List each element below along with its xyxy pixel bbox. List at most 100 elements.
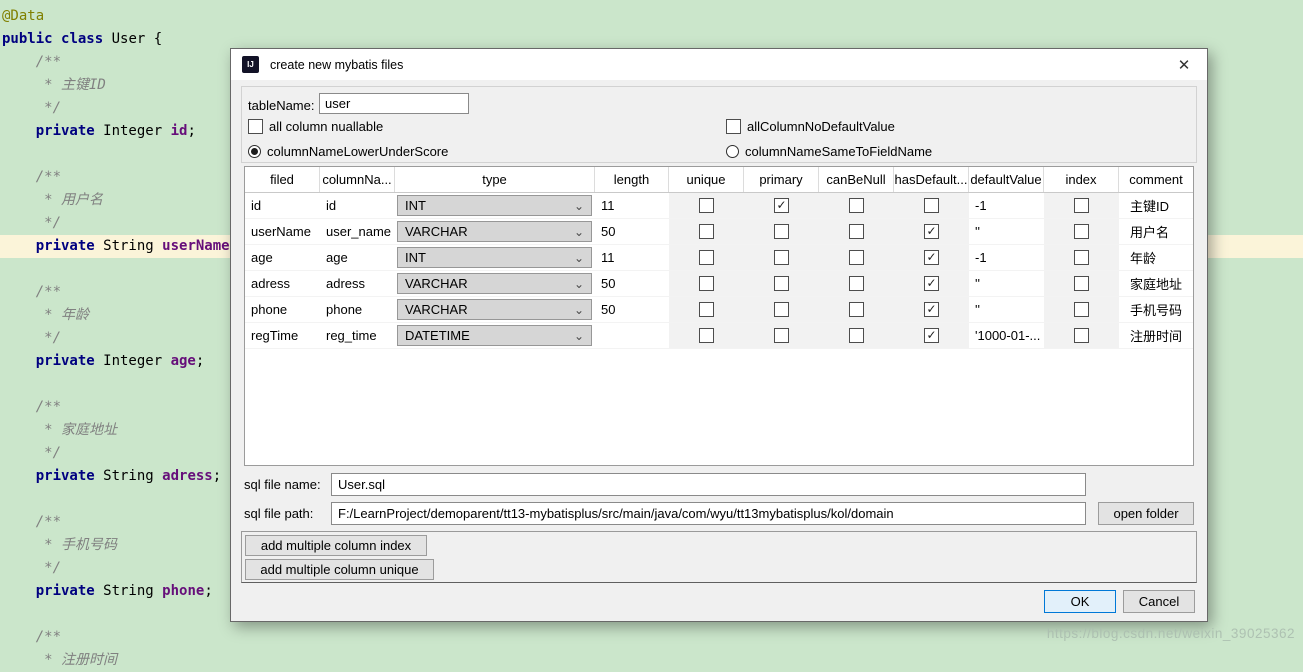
checkbox-unique[interactable] — [699, 250, 714, 265]
table-row: phonephoneVARCHAR⌄50✓''手机号码 — [245, 297, 1193, 323]
cell-unique — [669, 271, 744, 296]
checkbox-unique[interactable] — [699, 276, 714, 291]
code-token: public — [2, 31, 53, 47]
type-dropdown[interactable]: INT⌄ — [397, 195, 592, 216]
cell-canBeNull — [819, 219, 894, 244]
checkbox-index[interactable] — [1074, 276, 1089, 291]
cell-filed: id — [245, 193, 320, 218]
dialog-titlebar[interactable]: IJ create new mybatis files ✕ — [231, 49, 1207, 80]
all-column-nullable-checkbox[interactable] — [248, 119, 263, 134]
checkbox-hasDefault[interactable] — [924, 198, 939, 213]
cancel-button[interactable]: Cancel — [1123, 590, 1195, 613]
type-value: VARCHAR — [405, 224, 468, 239]
cell-defaultValue: '' — [969, 219, 1044, 244]
checkbox-primary[interactable]: ✓ — [774, 198, 789, 213]
same-to-field-radio[interactable] — [726, 145, 739, 158]
checkbox-primary[interactable] — [774, 328, 789, 343]
code-token: */ — [2, 100, 61, 116]
type-dropdown[interactable]: DATETIME⌄ — [397, 325, 592, 346]
type-dropdown[interactable]: VARCHAR ⌄ — [397, 221, 592, 242]
checkbox-unique[interactable] — [699, 224, 714, 239]
column-header-hasDefault: hasDefault... — [894, 167, 969, 192]
lower-underscore-radio[interactable] — [248, 145, 261, 158]
checkbox-canBeNull[interactable] — [849, 276, 864, 291]
checkbox-primary[interactable] — [774, 250, 789, 265]
checkbox-canBeNull[interactable] — [849, 224, 864, 239]
cell-defaultValue: '' — [969, 271, 1044, 296]
checkbox-index[interactable] — [1074, 224, 1089, 239]
cell-comment: 年龄 — [1119, 245, 1193, 270]
add-multiple-column-index-button[interactable]: add multiple column index — [245, 535, 427, 556]
column-name-lower-underscore-option[interactable]: columnNameLowerUnderScore — [248, 143, 448, 159]
checkbox-index[interactable] — [1074, 198, 1089, 213]
checkbox-index[interactable] — [1074, 250, 1089, 265]
checkbox-primary[interactable] — [774, 224, 789, 239]
cell-columnName: user_name — [320, 219, 395, 244]
checkbox-index[interactable] — [1074, 328, 1089, 343]
column-header-index: index — [1044, 167, 1119, 192]
sql-file-name-input[interactable] — [331, 473, 1086, 496]
checkbox-hasDefault[interactable]: ✓ — [924, 276, 939, 291]
cell-defaultValue: '1000-01-... — [969, 323, 1044, 348]
sql-file-path-input[interactable] — [331, 502, 1086, 525]
cell-unique — [669, 323, 744, 348]
checkbox-hasDefault[interactable]: ✓ — [924, 224, 939, 239]
code-token: * 手机号码 — [2, 537, 117, 553]
code-token: ; — [196, 353, 204, 369]
checkbox-canBeNull[interactable] — [849, 198, 864, 213]
checkbox-index[interactable] — [1074, 302, 1089, 317]
all-column-no-default-label: allColumnNoDefaultValue — [747, 119, 895, 134]
type-dropdown[interactable]: VARCHAR⌄ — [397, 273, 592, 294]
column-name-same-to-field-option[interactable]: columnNameSameToFieldName — [726, 143, 932, 159]
type-value: VARCHAR — [405, 276, 468, 291]
code-token: class — [61, 31, 103, 47]
checkbox-hasDefault[interactable]: ✓ — [924, 250, 939, 265]
chevron-down-icon: ⌄ — [574, 253, 584, 263]
chevron-down-icon: ⌄ — [574, 227, 584, 237]
cell-length: 50 — [595, 271, 669, 296]
type-dropdown[interactable]: VARCHAR⌄ — [397, 299, 592, 320]
checkbox-canBeNull[interactable] — [849, 302, 864, 317]
type-dropdown[interactable]: INT⌄ — [397, 247, 592, 268]
cell-type: INT⌄ — [395, 245, 595, 270]
checkbox-unique[interactable] — [699, 198, 714, 213]
table-name-input[interactable] — [319, 93, 469, 114]
cell-columnName: adress — [320, 271, 395, 296]
code-token: @Data — [2, 8, 44, 24]
table-row: userNameuser_nameVARCHAR⌄50✓''用户名 — [245, 219, 1193, 245]
code-token: id — [171, 123, 188, 139]
code-token: String — [95, 468, 162, 484]
code-token: */ — [2, 215, 61, 231]
table-name-label: tableName: — [248, 98, 314, 113]
cell-hasDefault — [894, 193, 969, 218]
table-row: adressadressVARCHAR⌄50✓''家庭地址 — [245, 271, 1193, 297]
cell-index — [1044, 219, 1119, 244]
all-column-nullable-option[interactable]: all column nuallable — [248, 118, 383, 134]
checkbox-canBeNull[interactable] — [849, 328, 864, 343]
add-multiple-column-unique-button[interactable]: add multiple column unique — [245, 559, 434, 580]
grid-header-row: filedcolumnNa...typelengthuniqueprimaryc… — [245, 167, 1193, 193]
checkbox-primary[interactable] — [774, 302, 789, 317]
cell-length: 11 — [595, 193, 669, 218]
close-icon[interactable]: ✕ — [1171, 56, 1197, 74]
cell-hasDefault: ✓ — [894, 323, 969, 348]
checkbox-unique[interactable] — [699, 328, 714, 343]
checkbox-hasDefault[interactable]: ✓ — [924, 328, 939, 343]
table-row: regTimereg_timeDATETIME⌄✓'1000-01-...注册时… — [245, 323, 1193, 349]
checkbox-unique[interactable] — [699, 302, 714, 317]
cell-defaultValue: -1 — [969, 193, 1044, 218]
cell-comment: 家庭地址 — [1119, 271, 1193, 296]
all-column-no-default-option[interactable]: allColumnNoDefaultValue — [726, 118, 895, 134]
open-folder-button[interactable]: open folder — [1098, 502, 1194, 525]
code-token: /** — [2, 399, 61, 415]
type-value: VARCHAR — [405, 302, 468, 317]
ok-button[interactable]: OK — [1044, 590, 1116, 613]
checkbox-canBeNull[interactable] — [849, 250, 864, 265]
checkbox-hasDefault[interactable]: ✓ — [924, 302, 939, 317]
all-column-no-default-checkbox[interactable] — [726, 119, 741, 134]
cell-index — [1044, 245, 1119, 270]
column-header-unique: unique — [669, 167, 744, 192]
code-token: */ — [2, 445, 61, 461]
checkbox-primary[interactable] — [774, 276, 789, 291]
cell-unique — [669, 193, 744, 218]
